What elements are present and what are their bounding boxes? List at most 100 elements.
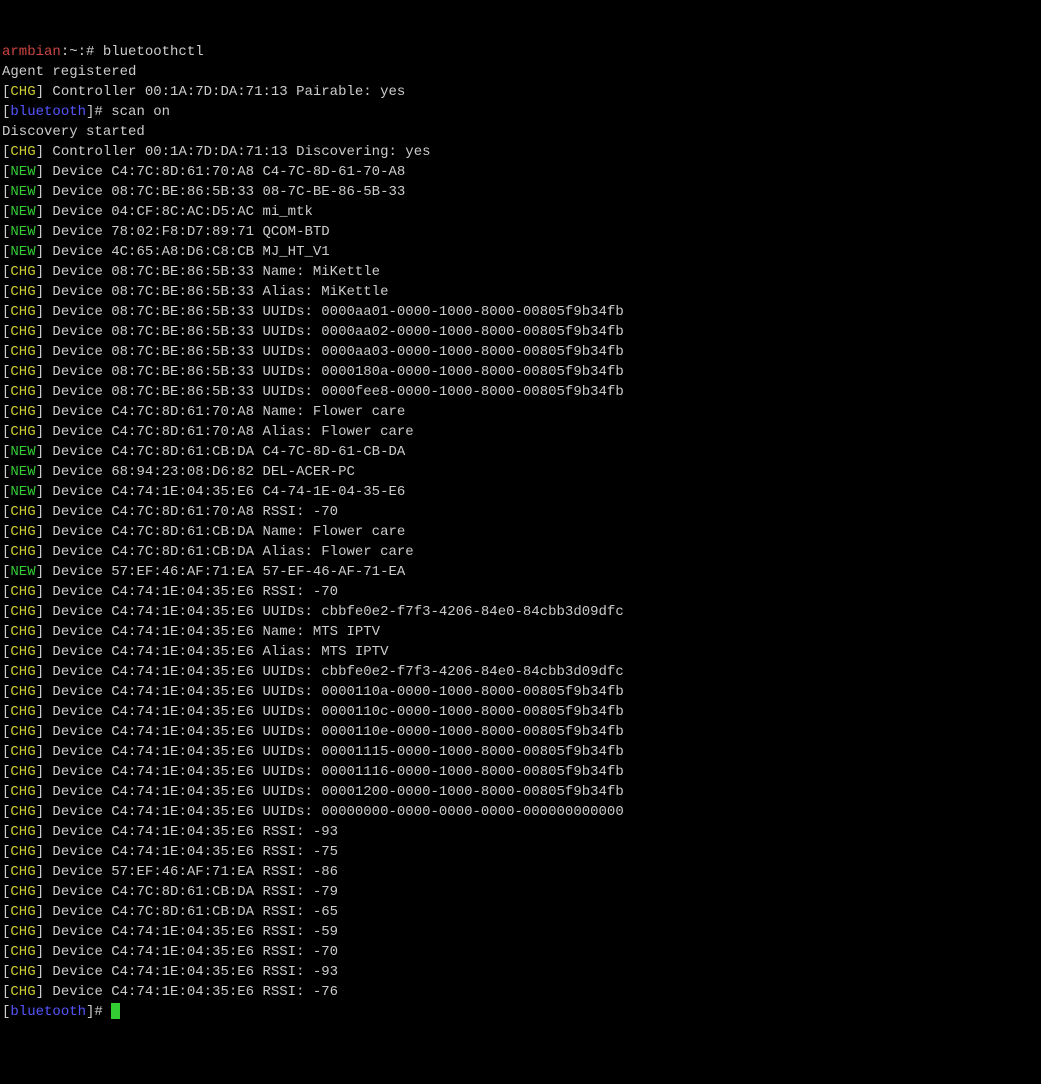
discovery-started: Discovery started [2,124,145,140]
bracket: ] [36,784,44,800]
event-tag-chg: CHG [10,764,35,780]
event-text: Device C4:7C:8D:61:70:A8 Alias: Flower c… [44,424,414,440]
event-tag-chg: CHG [10,264,35,280]
event-text: Device 68:94:23:08:D6:82 DEL-ACER-PC [44,464,355,480]
event-text: Device C4:74:1E:04:35:E6 UUIDs: cbbfe0e2… [44,604,624,620]
bracket: ] [36,844,44,860]
event-tag-chg: CHG [10,604,35,620]
event-text: Device C4:74:1E:04:35:E6 Alias: MTS IPTV [44,644,388,660]
event-tag-chg: CHG [10,944,35,960]
command-text: scan on [103,104,170,120]
event-text: Device 08:7C:BE:86:5B:33 Name: MiKettle [44,264,380,280]
bracket: [ [2,984,10,1000]
bracket: ] [36,984,44,1000]
event-text: Device 08:7C:BE:86:5B:33 UUIDs: 0000aa03… [44,344,624,360]
event-tag-chg: CHG [10,284,35,300]
agent-registered: Agent registered [2,64,136,80]
bracket: ] [36,924,44,940]
event-tag-chg: CHG [10,524,35,540]
bracket: ] [36,884,44,900]
event-text: Device C4:74:1E:04:35:E6 UUIDs: 00000000… [44,804,624,820]
terminal-output[interactable]: armbian:~:# bluetoothctlAgent registered… [2,42,1039,1022]
bracket: ] [36,684,44,700]
shell-host: armbian [2,44,61,60]
bracket: ] [36,824,44,840]
event-text: Device C4:7C:8D:61:CB:DA Alias: Flower c… [44,544,414,560]
event-tag-chg: CHG [10,504,35,520]
controller-pairable: Controller 00:1A:7D:DA:71:13 Pairable: y… [44,84,405,100]
event-tag-chg: CHG [10,884,35,900]
bracket: [ [2,1004,10,1020]
event-text: Device 57:EF:46:AF:71:EA RSSI: -86 [44,864,338,880]
event-text: Device C4:74:1E:04:35:E6 RSSI: -75 [44,844,338,860]
event-text: Controller 00:1A:7D:DA:71:13 Discovering… [44,144,430,160]
bracket: ] [36,564,44,580]
event-tag-new: NEW [10,204,35,220]
event-text: Device C4:74:1E:04:35:E6 UUIDs: 0000110c… [44,704,624,720]
event-text: Device 08:7C:BE:86:5B:33 Alias: MiKettle [44,284,388,300]
bracket: ] [36,504,44,520]
event-text: Device 08:7C:BE:86:5B:33 UUIDs: 0000aa02… [44,324,624,340]
event-tag-chg: CHG [10,704,35,720]
event-text: Device C4:74:1E:04:35:E6 RSSI: -76 [44,984,338,1000]
event-text: Device 08:7C:BE:86:5B:33 UUIDs: 0000aa01… [44,304,624,320]
bracket: ] [36,424,44,440]
event-tag-chg: CHG [10,744,35,760]
bracket: ] [36,324,44,340]
bracket: ] [36,444,44,460]
bracket: ] [36,464,44,480]
bracket: ] [36,404,44,420]
event-tag-chg: CHG [10,584,35,600]
event-text: Device C4:7C:8D:61:70:A8 C4-7C-8D-61-70-… [44,164,405,180]
event-text: Device C4:7C:8D:61:70:A8 Name: Flower ca… [44,404,405,420]
event-text: Device 4C:65:A8:D6:C8:CB MJ_HT_V1 [44,244,330,260]
event-tag-chg: CHG [10,324,35,340]
event-text: Device C4:74:1E:04:35:E6 UUIDs: cbbfe0e2… [44,664,624,680]
event-tag-chg: CHG [10,864,35,880]
bracket: ] [36,944,44,960]
bracket: ] [36,604,44,620]
event-text: Device C4:74:1E:04:35:E6 RSSI: -70 [44,584,338,600]
event-tag-chg: CHG [10,984,35,1000]
event-tag-chg: CHG [10,664,35,680]
event-text: Device C4:7C:8D:61:CB:DA RSSI: -65 [44,904,338,920]
event-tag-chg: CHG [10,824,35,840]
event-tag-new: NEW [10,224,35,240]
event-text: Device C4:74:1E:04:35:E6 RSSI: -93 [44,964,338,980]
event-tag-chg: CHG [10,344,35,360]
event-tag-chg: CHG [10,364,35,380]
event-text: Device C4:74:1E:04:35:E6 UUIDs: 0000110a… [44,684,624,700]
bluetooth-prompt: bluetooth [10,1004,86,1020]
event-text: Device 78:02:F8:D7:89:71 QCOM-BTD [44,224,330,240]
event-text: Device C4:74:1E:04:35:E6 UUIDs: 00001116… [44,764,624,780]
event-tag-chg: CHG [10,144,35,160]
event-tag-chg: CHG [10,384,35,400]
event-text: Device C4:74:1E:04:35:E6 UUIDs: 0000110e… [44,724,624,740]
bracket: ] [36,524,44,540]
bracket: ] [36,204,44,220]
event-text: Device C4:7C:8D:61:CB:DA C4-7C-8D-61-CB-… [44,444,405,460]
event-text: Device C4:7C:8D:61:70:A8 RSSI: -70 [44,504,338,520]
event-text: Device C4:74:1E:04:35:E6 RSSI: -93 [44,824,338,840]
event-tag-new: NEW [10,564,35,580]
event-tag-chg: CHG [10,84,35,100]
bracket: ] [36,644,44,660]
bracket: ] [36,904,44,920]
bracket: ] [36,864,44,880]
event-text: Device C4:7C:8D:61:CB:DA Name: Flower ca… [44,524,405,540]
event-tag-new: NEW [10,444,35,460]
event-tag-chg: CHG [10,624,35,640]
event-tag-new: NEW [10,184,35,200]
bracket: ] [36,744,44,760]
event-text: Device 08:7C:BE:86:5B:33 08-7C-BE-86-5B-… [44,184,405,200]
shell-path: :~:# [61,44,95,60]
terminal-cursor[interactable] [111,1003,120,1019]
bracket: ] [36,664,44,680]
event-text: Device 08:7C:BE:86:5B:33 UUIDs: 0000180a… [44,364,624,380]
event-text: Device C4:74:1E:04:35:E6 UUIDs: 00001200… [44,784,624,800]
bracket: ] [36,484,44,500]
bracket: ] [36,804,44,820]
event-text: Device C4:74:1E:04:35:E6 RSSI: -70 [44,944,338,960]
event-tag-new: NEW [10,244,35,260]
bracket: ] [36,384,44,400]
